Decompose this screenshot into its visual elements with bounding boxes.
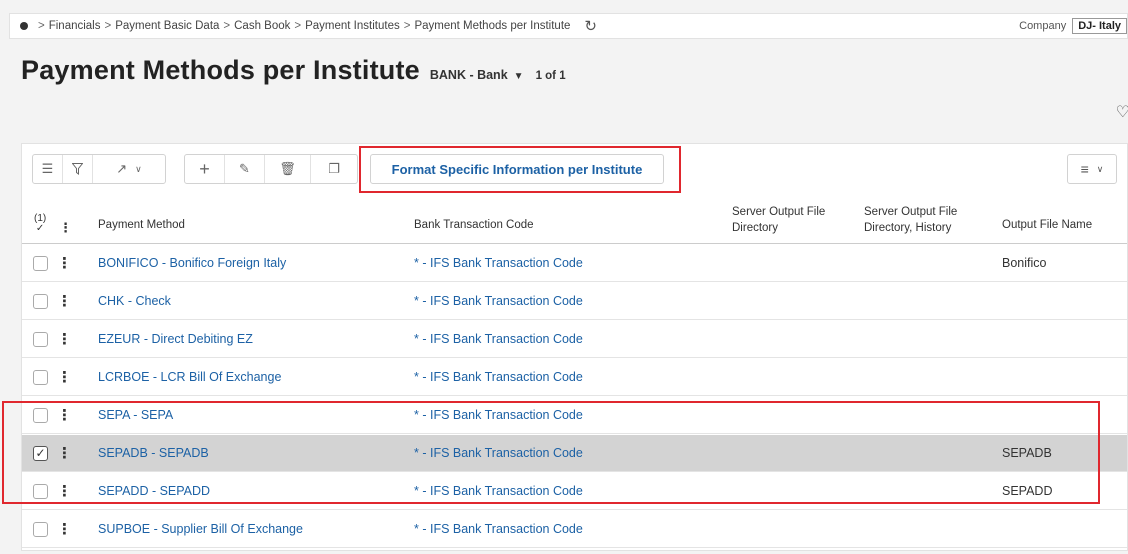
payment-method-link[interactable]: EZEUR - Direct Debiting EZ [98,332,253,346]
bank-transaction-code-link[interactable]: * - IFS Bank Transaction Code [414,332,583,346]
column-menu-icon[interactable]: ⋮ [59,220,72,236]
export-icon: ↗ [116,161,128,176]
row-checkbox[interactable] [33,255,48,271]
breadcrumb-item-financials[interactable]: Financials [49,20,101,32]
breadcrumb-separator: > [38,20,45,32]
record-selector[interactable]: BANK - Bank ▼ [430,68,524,82]
chevron-down-icon: ∨ [1096,163,1104,174]
breadcrumb-item-current: Payment Methods per Institute [414,20,571,32]
breadcrumb-separator: > [403,20,411,32]
bank-transaction-code-link[interactable]: * - IFS Bank Transaction Code [414,522,583,536]
column-header-server-output-dir[interactable]: Server Output File Directory [732,204,850,236]
table-row[interactable]: ⋮ BONIFICO - Bonifico Foreign Italy * - … [22,245,1127,282]
row-checkbox[interactable] [33,369,48,385]
filter-icon[interactable] [63,155,93,183]
breadcrumb-separator: > [223,20,231,32]
chevron-down-icon: ▼ [513,71,524,82]
highlight-box-sepa-rows [2,401,1100,504]
chevron-down-icon: ∨ [135,163,142,174]
table-row[interactable]: ⋮ SUPBOE - Supplier Bill Of Exchange * -… [22,511,1127,548]
row-checkbox[interactable] [33,331,48,347]
favorite-heart-icon[interactable]: ♡ [1116,102,1128,122]
payment-method-link[interactable]: SUPBOE - Supplier Bill Of Exchange [98,522,303,536]
selection-count[interactable]: (1) ✓ [34,214,46,234]
row-checkbox[interactable] [33,521,48,537]
table-row[interactable]: ⋮ CHK - Check * - IFS Bank Transaction C… [22,283,1127,320]
record-label: BANK - Bank [429,68,508,82]
breadcrumb-item-payment-basic-data[interactable]: Payment Basic Data [115,20,219,32]
table-row[interactable]: ⋮ LCRBOE - LCR Bill Of Exchange * - IFS … [22,359,1127,396]
add-icon[interactable]: + [185,155,225,183]
layout-menu-button[interactable]: ≡ ∨ [1067,154,1117,184]
toolbar-group-edit: + ✎ 🗑 ❐ [184,154,358,184]
column-header-bank-transaction-code[interactable]: Bank Transaction Code [414,219,534,231]
row-menu-icon[interactable]: ⋮ [57,292,72,310]
breadcrumb-separator: > [104,20,112,32]
row-menu-icon[interactable]: ⋮ [57,368,72,386]
bank-transaction-code-link[interactable]: * - IFS Bank Transaction Code [414,370,583,384]
edit-icon[interactable]: ✎ [225,155,265,183]
list-icon[interactable]: ☰ [33,155,63,183]
rows-icon: ≡ [1080,161,1089,177]
breadcrumb-item-payment-institutes[interactable]: Payment Institutes [305,20,400,32]
bank-transaction-code-link[interactable]: * - IFS Bank Transaction Code [414,256,583,270]
column-header-output-file-name[interactable]: Output File Name [1002,219,1092,231]
home-icon[interactable] [20,22,28,30]
output-file-name: Bonifico [1002,256,1047,270]
table-row[interactable]: ⋮ EZEUR - Direct Debiting EZ * - IFS Ban… [22,321,1127,358]
page-header: Payment Methods per Institute BANK - Ban… [21,55,566,86]
row-menu-icon[interactable]: ⋮ [57,254,72,272]
bank-transaction-code-link[interactable]: * - IFS Bank Transaction Code [414,294,583,308]
company-label: Company [1019,20,1067,32]
highlight-box-format-button [359,146,681,193]
company-value[interactable]: DJ- Italy [1072,18,1127,34]
duplicate-icon[interactable]: ❐ [311,155,357,183]
payment-method-link[interactable]: BONIFICO - Bonifico Foreign Italy [98,256,286,270]
row-checkbox[interactable] [33,293,48,309]
check-icon: ✓ [35,223,45,234]
payment-method-link[interactable]: LCRBOE - LCR Bill Of Exchange [98,370,281,384]
payment-method-link[interactable]: CHK - Check [98,294,171,308]
company-selector[interactable]: Company DJ- Italy [1019,18,1127,34]
row-menu-icon[interactable]: ⋮ [57,520,72,538]
record-count: 1 of 1 [535,70,566,82]
delete-icon[interactable]: 🗑 [265,155,311,183]
column-header-server-output-dir-history[interactable]: Server Output File Directory, History [864,204,982,236]
refresh-icon[interactable]: ↻ [584,17,597,35]
export-dropdown-button[interactable]: ↗ ∨ [93,155,165,183]
table-header: (1) ✓ ⋮ Payment Method Bank Transaction C… [22,198,1127,244]
row-menu-icon[interactable]: ⋮ [57,330,72,348]
page-title: Payment Methods per Institute [21,55,420,85]
column-header-payment-method[interactable]: Payment Method [98,219,185,231]
breadcrumb-item-cash-book[interactable]: Cash Book [234,20,290,32]
breadcrumb-separator: > [294,20,302,32]
toolbar-group-view: ☰ ↗ ∨ [32,154,166,184]
breadcrumb: > Financials > Payment Basic Data > Cash… [9,13,1128,39]
